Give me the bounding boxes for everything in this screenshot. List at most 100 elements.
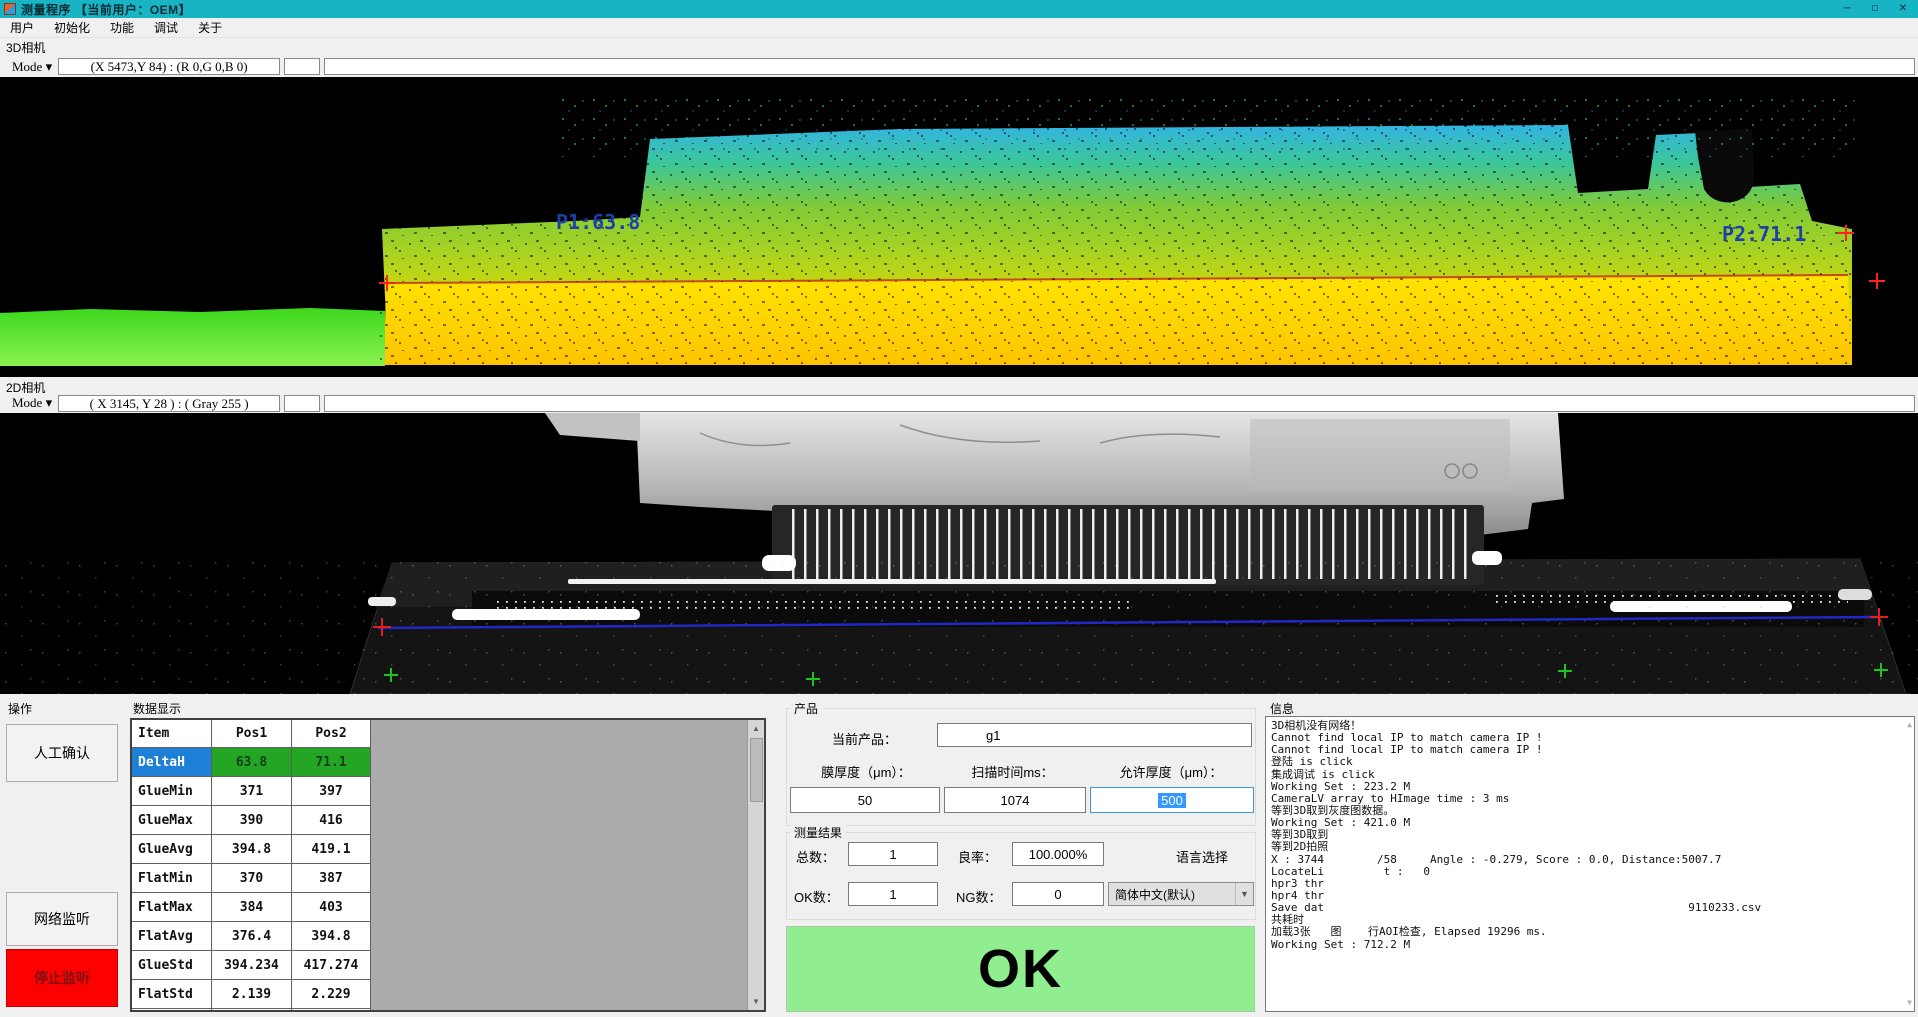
camera3d-status-extra — [324, 58, 1915, 75]
allowed-thickness-input[interactable]: 500 — [1090, 787, 1254, 813]
menu-user[interactable]: 用户 — [0, 17, 44, 38]
mode-dropdown-arrow-icon: ▾ — [46, 59, 53, 74]
yield-input[interactable]: 100.000% — [1012, 842, 1104, 866]
speckle-noise-3d — [380, 123, 1852, 365]
measurement-table[interactable]: Item Pos1 Pos2 DeltaH 63.8 71.1 GlueMin … — [132, 720, 371, 1012]
table-row[interactable]: GlueStd 394.234 417.274 — [132, 951, 371, 980]
camera2d-statusbar: ( X 3145, Y 28 ) : ( Gray 255 ) — [58, 395, 1915, 412]
total-count-input[interactable]: 1 — [848, 842, 938, 866]
table-row[interactable]: FlatMin 370 387 — [132, 864, 371, 893]
film-thickness-label: 膜厚度（μm）： — [790, 762, 942, 781]
scroll-up-icon[interactable]: ▲ — [748, 720, 764, 737]
menu-about[interactable]: 关于 — [188, 17, 232, 38]
mode-dropdown-arrow-icon: ▾ — [46, 395, 53, 410]
operation-section-label: 操作 — [8, 700, 32, 717]
grayscale-2d-view[interactable] — [0, 413, 1918, 694]
cell-pos1: 384 — [212, 893, 292, 921]
ok-count-label: OK数： — [794, 887, 839, 906]
table-scrollbar[interactable]: ▲ ▼ — [747, 720, 764, 1010]
cell-pos2: 417.274 — [292, 951, 371, 979]
minimize-button[interactable]: ─ — [1834, 1, 1860, 17]
product-section-label: 产品 — [790, 700, 822, 717]
p1-annotation: P1:63.8 — [556, 210, 640, 234]
info-log[interactable]: 3D相机没有网络！ Cannot find local IP to match … — [1265, 716, 1915, 1012]
cell-pos1: 63.8 — [212, 748, 292, 776]
verdict-ok-banner: OK — [786, 926, 1255, 1012]
cell-pos1: 376.4 — [212, 922, 292, 950]
cell-item: GlueAvg — [132, 835, 212, 863]
col-header-pos1: Pos1 — [212, 720, 292, 747]
camera2d-status-spacer — [284, 395, 320, 412]
cell-item: FlatMax — [132, 893, 212, 921]
edge-noise-3d — [560, 95, 1860, 157]
table-row[interactable]: X 2583.5 7966.7 — [132, 1009, 371, 1012]
log-line: hpr3 thr — [1271, 878, 1909, 890]
results-section-label: 测量结果 — [790, 824, 846, 841]
scan-time-input[interactable]: 1074 — [944, 787, 1086, 813]
cell-pos1: 2583.5 — [212, 1009, 292, 1012]
menu-debug[interactable]: 调试 — [144, 17, 188, 38]
log-scroll-down-icon[interactable]: ▼ — [1907, 997, 1912, 1009]
language-select[interactable]: 简体中文(默认) ▼ — [1108, 882, 1254, 906]
cell-item: FlatMin — [132, 864, 212, 892]
cell-pos2: 403 — [292, 893, 371, 921]
table-row[interactable]: GlueMax 390 416 — [132, 806, 371, 835]
log-line: 等到2D拍照 — [1271, 841, 1909, 853]
network-listen-button[interactable]: 网络监听 — [6, 892, 118, 946]
camera3d-statusbar: (X 5473,Y 84) : (R 0,G 0,B 0) — [58, 58, 1915, 75]
grayscale-2d-image — [0, 413, 1918, 694]
log-line: Working Set : 421.0 M — [1271, 817, 1909, 829]
info-section-label: 信息 — [1270, 700, 1294, 717]
camera2d-mode-button[interactable]: Mode ▾ — [6, 394, 58, 412]
log-line: LocateLi t : 0 — [1271, 866, 1909, 878]
combo-arrow-icon: ▼ — [1235, 883, 1253, 905]
ng-count-input[interactable]: 0 — [1012, 882, 1104, 906]
ng-count-label: NG数： — [956, 887, 1002, 906]
maximize-button[interactable]: □ — [1862, 1, 1888, 17]
data-display-box: Item Pos1 Pos2 DeltaH 63.8 71.1 GlueMin … — [130, 718, 766, 1012]
table-row[interactable]: DeltaH 63.8 71.1 — [132, 748, 371, 777]
cell-pos2: 397 — [292, 777, 371, 805]
scroll-down-icon[interactable]: ▼ — [748, 993, 764, 1010]
col-header-item: Item — [132, 720, 212, 747]
log-line: Cannot find local IP to match camera IP … — [1271, 744, 1909, 756]
stop-listen-button[interactable]: 停止监听 — [6, 949, 118, 1007]
table-header-row: Item Pos1 Pos2 — [132, 720, 371, 748]
log-line: Save dat 9110233.csv — [1271, 902, 1909, 914]
scrollbar-thumb[interactable] — [750, 738, 763, 802]
table-row[interactable]: FlatAvg 376.4 394.8 — [132, 922, 371, 951]
film-thickness-input[interactable]: 50 — [790, 787, 940, 813]
cell-item: X — [132, 1009, 212, 1012]
log-line: 加载3张 图 行AOI检查, Elapsed 19296 ms. — [1271, 926, 1909, 938]
table-row[interactable]: FlatMax 384 403 — [132, 893, 371, 922]
data-display-section-label: 数据显示 — [133, 700, 181, 717]
camera3d-status-spacer — [284, 58, 320, 75]
camera3d-mode-button[interactable]: Mode ▾ — [6, 58, 58, 76]
cell-item: DeltaH — [132, 748, 212, 776]
cell-pos1: 2.139 — [212, 980, 292, 1008]
camera2d-pixel-readout: ( X 3145, Y 28 ) : ( Gray 255 ) — [58, 395, 280, 412]
scan-time-label: 扫描时间ms： — [940, 762, 1085, 781]
current-product-input[interactable]: g1 — [937, 723, 1252, 747]
window-controls: ─ □ ✕ — [1834, 0, 1916, 18]
heightmap-3d-view[interactable]: P1:63.8 P2:71.1 — [0, 77, 1918, 377]
camera3d-section-label: 3D相机 — [6, 39, 45, 56]
table-row[interactable]: GlueAvg 394.8 419.1 — [132, 835, 371, 864]
camera3d-mode-bar: Mode ▾ (X 5473,Y 84) : (R 0,G 0,B 0) — [0, 56, 1918, 77]
language-label: 语言选择 — [1150, 847, 1254, 866]
log-scroll-up-icon[interactable]: ▲ — [1907, 719, 1912, 731]
cell-pos1: 390 — [212, 806, 292, 834]
language-select-value: 简体中文(默认) — [1109, 886, 1235, 903]
menu-bar: 用户 初始化 功能 调试 关于 — [0, 18, 1918, 38]
cell-item: GlueStd — [132, 951, 212, 979]
cell-pos1: 394.8 — [212, 835, 292, 863]
window-title: 测量程序 【当前用户：OEM】 — [21, 1, 191, 18]
menu-function[interactable]: 功能 — [100, 17, 144, 38]
total-label: 总数： — [796, 847, 835, 866]
menu-initialize[interactable]: 初始化 — [44, 17, 100, 38]
manual-confirm-button[interactable]: 人工确认 — [6, 724, 118, 782]
ok-count-input[interactable]: 1 — [848, 882, 938, 906]
table-row[interactable]: FlatStd 2.139 2.229 — [132, 980, 371, 1009]
table-row[interactable]: GlueMin 371 397 — [132, 777, 371, 806]
close-button[interactable]: ✕ — [1890, 1, 1916, 17]
